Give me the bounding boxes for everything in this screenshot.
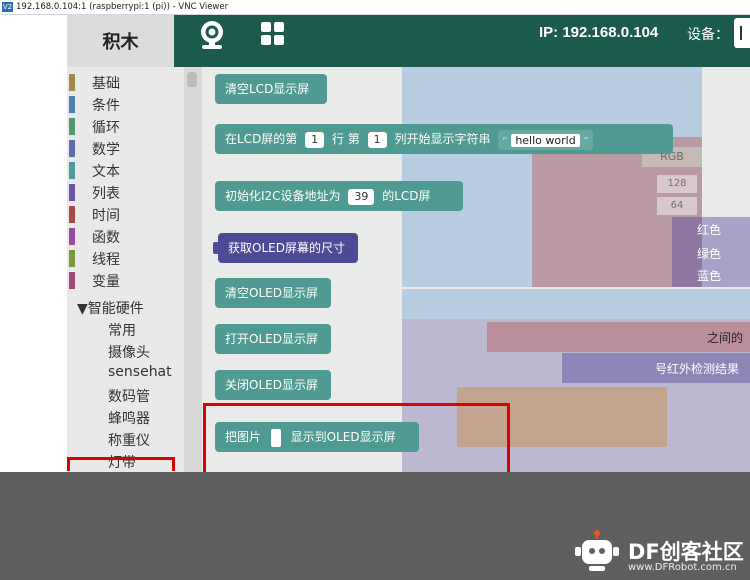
quote-close: ” — [583, 135, 589, 147]
block-clear-lcd[interactable]: 清空LCD显示屏 — [215, 74, 327, 104]
block-label: 的LCD屏 — [382, 189, 431, 203]
block-label: 列开始显示字符串 — [394, 132, 491, 146]
category-label: 线程 — [92, 252, 120, 268]
category-label: 数学 — [92, 142, 120, 158]
category-smart-hardware[interactable]: ▼智能硬件 — [77, 298, 144, 318]
brand-url: www.DFRobot.com.cn — [628, 562, 737, 573]
string-input[interactable]: “ hello world ” — [498, 129, 593, 150]
vnc-title-bar: V2 192.168.0.104:1 (raspberrypi:1 (pi)) … — [0, 0, 750, 15]
row-number-field[interactable]: 1 — [305, 131, 325, 148]
category-thread[interactable]: 线程 — [67, 247, 184, 269]
i2c-address-field[interactable]: 39 — [348, 188, 375, 205]
block-lcd-show-string[interactable]: 在LCD屏的第 1 行 第 1 列开始显示字符串 “ hello world ” — [215, 124, 673, 154]
subcategory-sensehat[interactable]: sensehat — [108, 364, 172, 380]
category-color-swatch — [69, 162, 75, 179]
device-select[interactable] — [734, 18, 750, 48]
category-color-swatch — [69, 118, 75, 135]
block-label: 关闭OLED显示屏 — [225, 378, 318, 392]
block-label: 清空LCD显示屏 — [225, 82, 310, 96]
flyout-scrollbar[interactable] — [184, 67, 202, 472]
category-variable[interactable]: 变量 — [67, 269, 184, 291]
highlight-box — [67, 457, 175, 471]
block-label: 在LCD屏的第 — [225, 132, 298, 146]
subcategory-digital-tube[interactable]: 数码管 — [108, 386, 150, 406]
quote-open: “ — [502, 135, 508, 147]
category-color-swatch — [69, 228, 75, 245]
category-label: 循环 — [92, 120, 120, 136]
category-color-swatch — [69, 250, 75, 267]
bg-detect-text: 号红外检测结果 — [655, 362, 740, 376]
category-panel: 基础 条件 循环 数学 文本 列表 时间 函数 线程 变量 ▼智能硬件 常用 摄… — [67, 67, 184, 472]
category-color-swatch — [69, 206, 75, 223]
subcategory-camera[interactable]: 摄像头 — [108, 342, 150, 362]
category-label: 变量 — [92, 274, 120, 290]
scrollbar-thumb[interactable] — [187, 72, 197, 87]
category-label: 时间 — [92, 208, 120, 224]
bg-value: 64 — [657, 197, 697, 215]
category-color-swatch — [69, 184, 75, 201]
category-list[interactable]: 列表 — [67, 181, 184, 203]
window-title: 192.168.0.104:1 (raspberrypi:1 (pi)) - V… — [16, 2, 229, 12]
block-label: 打开OLED显示屏 — [225, 332, 318, 346]
block-label: 清空OLED显示屏 — [225, 286, 318, 300]
left-margin — [0, 15, 67, 472]
category-label: 文本 — [92, 164, 120, 180]
bg-color-blue: 蓝色 — [697, 269, 722, 283]
block-open-oled[interactable]: 打开OLED显示屏 — [215, 324, 331, 354]
category-label: 函数 — [92, 230, 120, 246]
column-number-field[interactable]: 1 — [367, 131, 387, 148]
block-label: 行 第 — [331, 132, 360, 146]
category-loop[interactable]: 循环 — [67, 115, 184, 137]
robot-mascot-icon — [575, 530, 619, 571]
bg-color-red: 红色 — [697, 223, 722, 237]
output-connector — [213, 242, 219, 254]
category-color-swatch — [69, 96, 75, 113]
block-clear-oled[interactable]: 清空OLED显示屏 — [215, 278, 331, 308]
block-init-i2c-lcd[interactable]: 初始化I2C设备地址为 39 的LCD屏 — [215, 181, 463, 211]
bg-value: 128 — [657, 175, 697, 193]
bg-between-text: 之间的 — [707, 331, 744, 345]
category-text[interactable]: 文本 — [67, 159, 184, 181]
bg-color-green: 绿色 — [697, 247, 722, 261]
block-label: 获取OLED屏幕的尺寸 — [228, 241, 345, 255]
vnc-app-icon: V2 — [2, 2, 13, 12]
subcategory-buzzer[interactable]: 蜂鸣器 — [108, 408, 150, 428]
logo-text: 积木 — [102, 32, 139, 53]
category-basic[interactable]: 基础 — [67, 71, 184, 93]
category-color-swatch — [69, 272, 75, 289]
block-close-oled[interactable]: 关闭OLED显示屏 — [215, 370, 331, 400]
device-label: 设备： — [687, 27, 729, 43]
block-get-oled-size[interactable]: 获取OLED屏幕的尺寸 — [213, 233, 358, 263]
highlight-box — [203, 403, 510, 472]
category-time[interactable]: 时间 — [67, 203, 184, 225]
ip-address-label: IP: 192.168.0.104 — [539, 24, 659, 41]
category-color-swatch — [69, 74, 75, 91]
blocks-logo-tab[interactable]: 积木 — [67, 15, 174, 67]
category-function[interactable]: 函数 — [67, 225, 184, 247]
subcategory-scale[interactable]: 称重仪 — [108, 430, 150, 450]
category-label: 基础 — [92, 76, 120, 92]
category-label: 列表 — [92, 186, 120, 202]
webcam-icon[interactable] — [196, 19, 228, 51]
category-condition[interactable]: 条件 — [67, 93, 184, 115]
category-color-swatch — [69, 140, 75, 157]
block-label: 初始化I2C设备地址为 — [225, 189, 341, 203]
string-value[interactable]: hello world — [511, 133, 580, 147]
category-math[interactable]: 数学 — [67, 137, 184, 159]
apps-grid-icon[interactable] — [259, 20, 287, 48]
category-label: 条件 — [92, 98, 120, 114]
subcategory-common[interactable]: 常用 — [108, 320, 136, 340]
bg-repeat-block — [402, 289, 750, 319]
